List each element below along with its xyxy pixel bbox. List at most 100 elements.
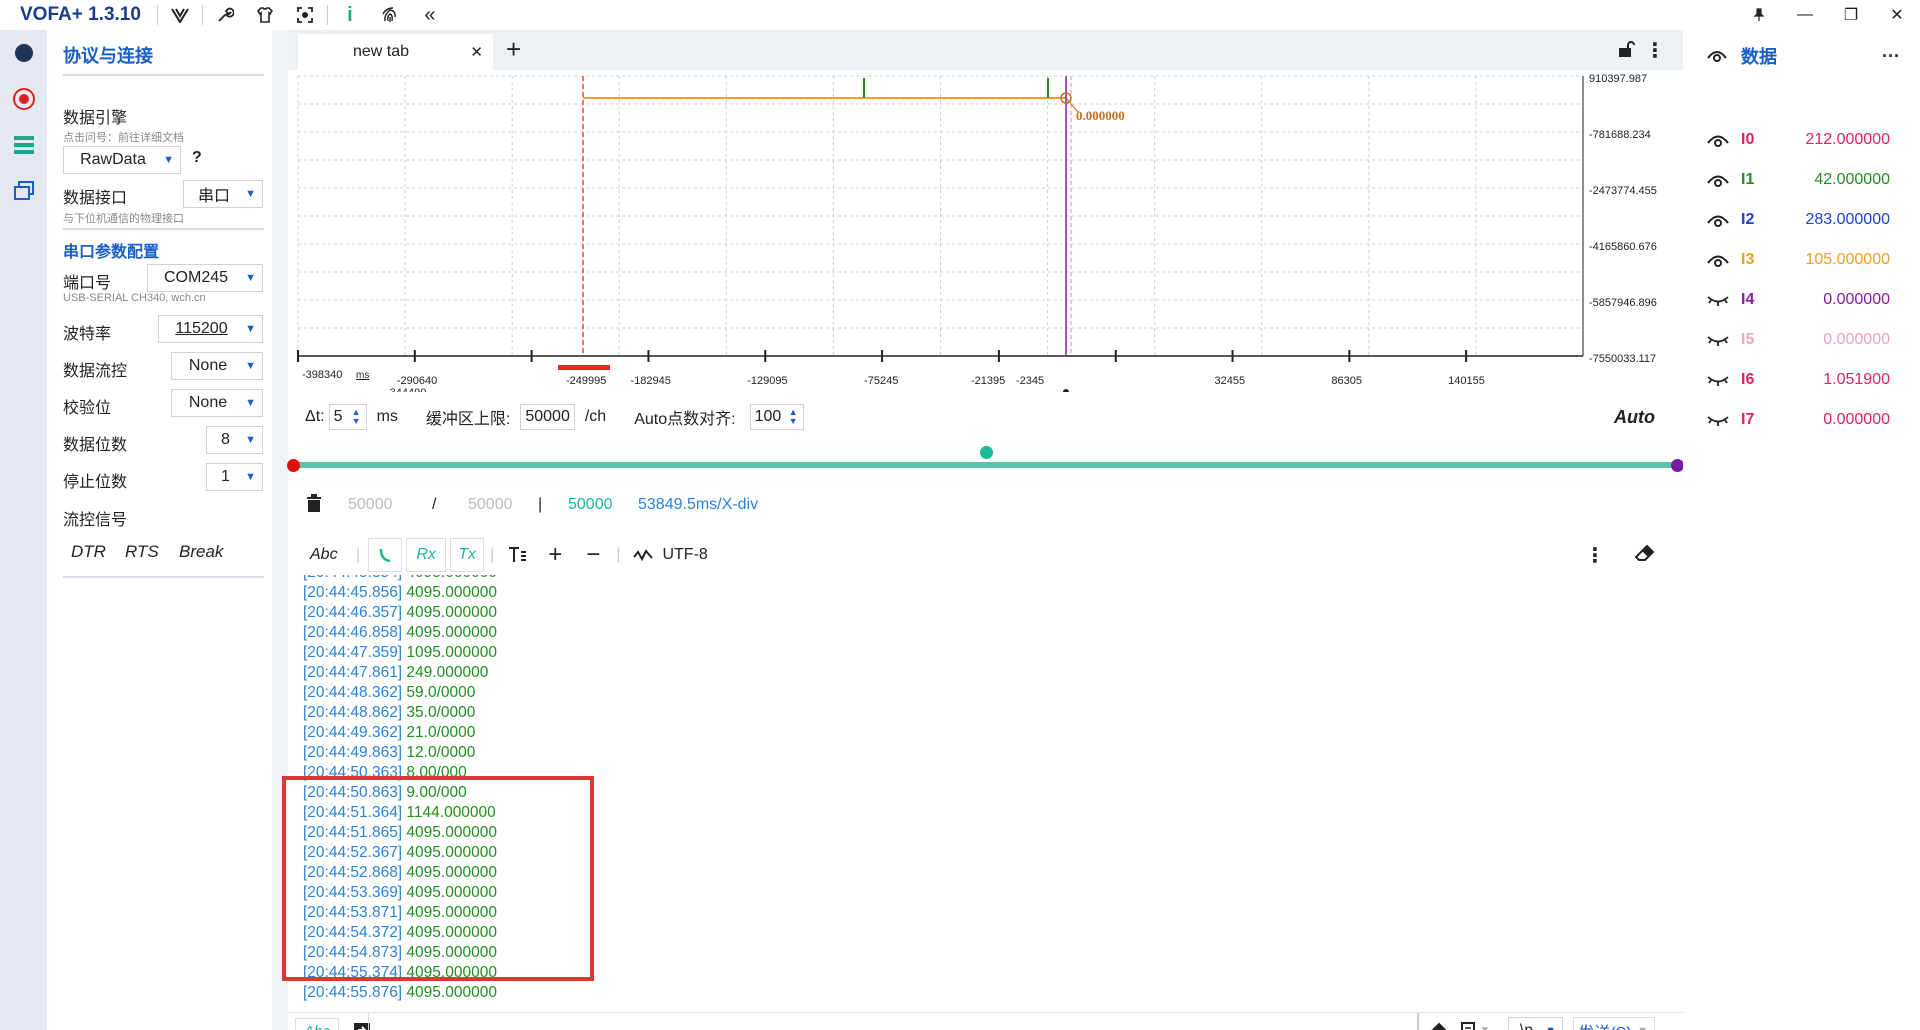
minimize-button[interactable]: — [1782,0,1828,30]
screenshot-icon[interactable] [285,0,325,30]
clear-send-icon[interactable] [1427,1022,1447,1030]
wrench-icon[interactable] [205,0,245,30]
vofa-logo-icon[interactable] [160,0,200,30]
list-nav-icon[interactable] [0,122,47,168]
collapse-icon[interactable]: « [410,0,450,30]
y-tick-label: -2473774.455 [1589,185,1657,197]
port-label: 端口号 [63,275,112,292]
channel-row-i7[interactable]: I7 0.000000 [1683,400,1920,440]
eye-icon[interactable] [1707,133,1729,147]
baud-select[interactable]: 115200 ▼ [158,315,263,343]
shirt-icon[interactable] [245,0,285,30]
windows-nav-icon[interactable] [0,168,47,214]
engine-select[interactable]: RawData ▼ [63,146,181,174]
eye-icon[interactable] [1707,213,1729,227]
eye-closed-icon[interactable] [1707,373,1729,387]
info-icon[interactable]: i [330,0,370,30]
tx-toggle[interactable]: Tx [450,538,485,572]
auto-button[interactable]: Auto [1614,407,1655,428]
eye-icon[interactable] [1707,173,1729,187]
auto-align-spinbox[interactable]: 100 ▲ ▼ [749,404,804,430]
trash-icon[interactable] [306,493,322,517]
encoding-label[interactable]: UTF-8 [662,546,707,564]
data-panel-menu[interactable]: ··· [1882,46,1900,67]
flow-select[interactable]: None ▼ [171,352,263,380]
send-bar: Abc ▼ \n ▼ 发送(S) ▼ [288,1012,1683,1030]
spinner-icon[interactable]: ▲ ▼ [789,408,799,426]
channel-row-i2[interactable]: I2 283.000000 [1683,200,1920,240]
interface-select[interactable]: 串口 ▼ [183,180,263,208]
stopbits-select[interactable]: 1 ▼ [206,463,263,491]
chevron-down-icon[interactable]: ▼ [1480,1025,1490,1030]
log-timestamp: [20:44:55.876] [303,984,403,1001]
channel-row-i5[interactable]: I5 0.000000 [1683,320,1920,360]
newline-select[interactable]: \n ▼ [1508,1017,1563,1030]
log-timestamp: [20:44:45.354] [303,575,402,581]
dtr-button[interactable]: DTR [71,542,106,562]
eraser-icon[interactable] [1634,544,1655,567]
auto-align-value: 100 [754,408,782,425]
zoom-in-icon[interactable]: + [538,538,572,572]
channel-row-i3[interactable]: I3 105.000000 [1683,240,1920,280]
waveform-chart[interactable]: 910397.987 -781688.234 -2473774.455 -416586… [288,72,1683,399]
spinner-icon[interactable]: ▲ ▼ [352,408,362,426]
abc-toggle[interactable]: Abc [310,546,350,564]
divider [156,5,158,25]
channel-name: I5 [1741,331,1755,348]
close-tab-icon[interactable]: ✕ [470,43,483,61]
interface-hint: 与下位机通信的物理接口 [63,213,184,225]
unlock-icon[interactable] [1617,40,1635,62]
divider: | [616,546,621,563]
text-format-icon[interactable] [500,538,534,572]
channel-value: 1.051900 [1823,371,1890,388]
eye-icon[interactable] [1707,49,1727,67]
chart-svg: 910397.987 -781688.234 -2473774.455 -416586… [297,73,1657,399]
pin-icon[interactable] [1736,0,1782,30]
history-icon[interactable] [1460,1022,1476,1030]
tab-new-tab[interactable]: new tab ✕ [298,34,493,70]
x-tick-label: -21395 [971,375,1005,387]
help-button[interactable]: ? [192,149,202,167]
add-tab-button[interactable]: + [506,34,521,65]
send-button[interactable]: 发送(S) ▼ [1573,1017,1655,1030]
waveform-icon[interactable] [626,538,660,572]
timestamp-toggle-icon[interactable] [368,538,403,572]
eye-closed-icon[interactable] [1707,333,1729,347]
eye-closed-icon[interactable] [1707,413,1729,427]
channel-value: 0.000000 [1823,331,1890,348]
baud-value[interactable]: 115200 [175,320,227,338]
buffer-input[interactable]: 50000 [520,404,575,430]
rx-toolbar: Abc | Rx Tx | + − | UTF-8 ⋮ [288,535,1683,575]
record-nav-icon[interactable] [0,76,47,122]
log-value: 4095.000000 [402,624,497,641]
tab-menu-icon[interactable]: ⋮ [1645,38,1665,63]
slider-left-handle[interactable] [287,459,300,472]
channel-row-i4[interactable]: I4 0.000000 [1683,280,1920,320]
send-abc-toggle[interactable]: Abc [295,1018,339,1030]
rx-menu-icon[interactable]: ⋮ [1585,543,1605,568]
connection-nav-icon[interactable] [0,30,47,76]
buffer-value: 50000 [525,408,570,425]
chevron-down-icon: ▼ [245,397,256,409]
close-window-button[interactable]: ✕ [1874,0,1920,30]
slider-mid-handle[interactable] [980,446,993,459]
parity-select[interactable]: None ▼ [171,389,263,417]
channel-row-i6[interactable]: I6 1.051900 [1683,360,1920,400]
break-button[interactable]: Break [179,542,223,562]
separator-bar: | [538,496,543,513]
eye-closed-icon[interactable] [1707,293,1729,307]
dt-spinbox[interactable]: 5 ▲ ▼ [328,404,367,430]
channel-row-i0[interactable]: I0 212.000000 [1683,120,1920,160]
port-select[interactable]: COM245 ▼ [147,264,263,292]
zoom-out-icon[interactable]: − [576,538,610,572]
maximize-button[interactable]: ❐ [1828,0,1874,30]
databits-label: 数据位数 [63,437,128,454]
eye-icon[interactable] [1707,253,1729,267]
buffer-label: 缓冲区上限: [425,411,511,428]
fingerprint-icon[interactable] [370,0,410,30]
channel-row-i1[interactable]: I1 42.000000 [1683,160,1920,200]
range-slider[interactable] [287,446,1684,481]
databits-select[interactable]: 8 ▼ [206,426,263,454]
rts-button[interactable]: RTS [125,542,159,562]
rx-toggle[interactable]: Rx [406,538,447,572]
